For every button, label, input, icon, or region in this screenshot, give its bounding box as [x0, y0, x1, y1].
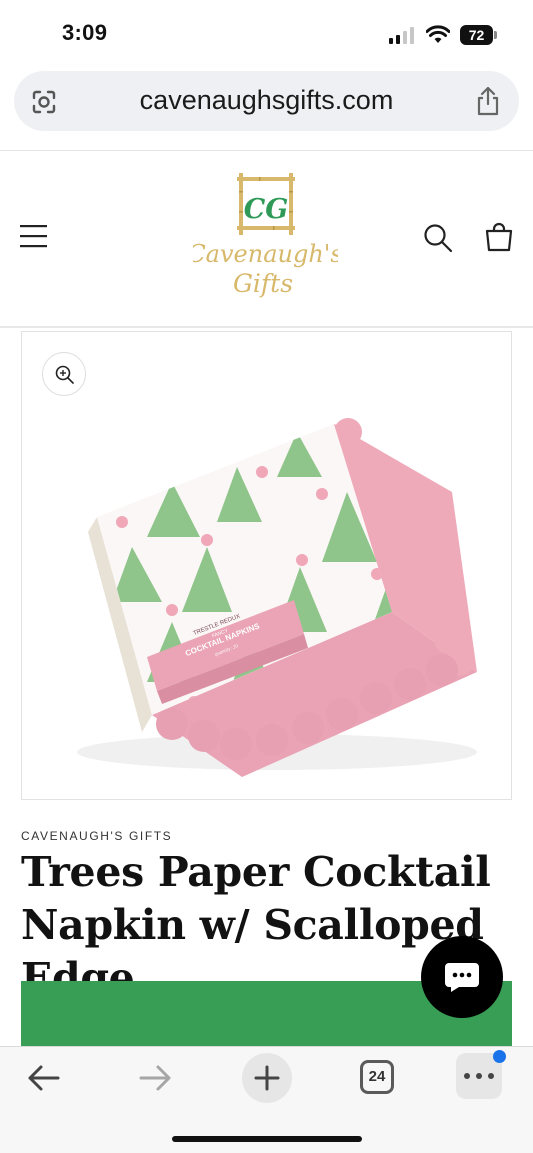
url-text[interactable]: cavenaughsgifts.com	[74, 85, 459, 116]
status-time: 3:09	[62, 20, 108, 45]
share-icon[interactable]	[475, 86, 501, 116]
battery-cap	[494, 31, 497, 39]
search-icon[interactable]	[423, 223, 453, 253]
tabs-icon[interactable]: 24	[360, 1060, 394, 1094]
site-logo[interactable]: CG Cavenaugh's Gifts	[187, 171, 343, 306]
notification-dot	[493, 1050, 506, 1063]
plus-icon	[254, 1065, 280, 1091]
more-icon	[464, 1073, 494, 1079]
new-tab-button[interactable]	[242, 1053, 292, 1103]
forward-icon[interactable]	[137, 1063, 173, 1093]
signal-icon	[389, 27, 414, 44]
page: 3:09 72 cavenaughsgifts.com CG Cavenaugh…	[0, 0, 533, 1153]
wifi-icon	[426, 25, 450, 43]
chat-button[interactable]	[421, 936, 503, 1018]
svg-text:Gifts: Gifts	[233, 269, 293, 298]
zoom-in-icon	[55, 365, 74, 384]
chat-icon	[445, 963, 479, 992]
zoom-button[interactable]	[42, 352, 86, 396]
status-bar: 3:09 72	[0, 0, 533, 70]
back-icon[interactable]	[26, 1063, 62, 1093]
product-media[interactable]: TRESTLE REDUX FANCY COCKTAIL NAPKINS qua…	[21, 331, 512, 800]
menu-icon[interactable]	[20, 223, 48, 249]
page-tools-icon[interactable]	[31, 89, 57, 115]
product-vendor: CAVENAUGH'S GIFTS	[21, 829, 173, 843]
logo-monogram: CG	[244, 194, 289, 225]
address-bar[interactable]: cavenaughsgifts.com	[14, 71, 519, 131]
home-indicator[interactable]	[172, 1136, 362, 1142]
battery-icon: 72	[460, 25, 498, 45]
site-header: CG Cavenaugh's Gifts	[0, 151, 533, 327]
battery-level: 72	[460, 25, 493, 45]
divider	[0, 326, 533, 328]
product-image[interactable]: TRESTLE REDUX FANCY COCKTAIL NAPKINS qua…	[22, 332, 512, 800]
cart-icon[interactable]	[484, 222, 514, 252]
svg-text:Cavenaugh's: Cavenaugh's	[193, 240, 338, 268]
logo-mark: CG Cavenaugh's Gifts	[187, 173, 343, 298]
